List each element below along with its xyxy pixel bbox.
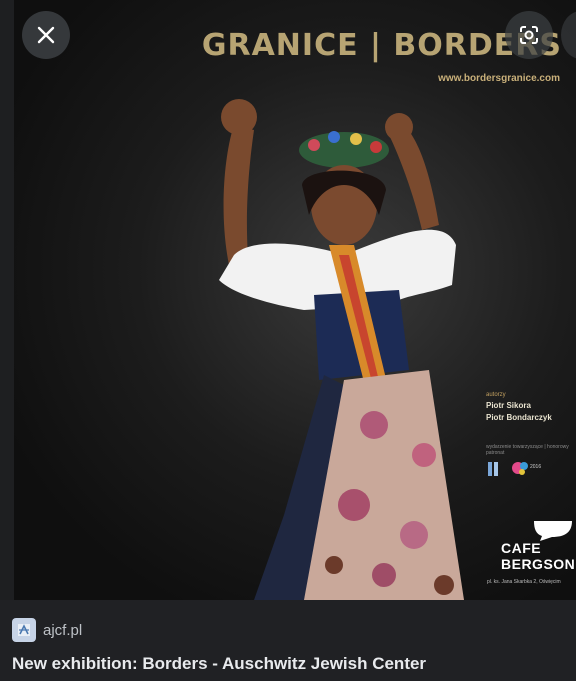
- woman-figure-illustration: [219, 99, 464, 600]
- source-name[interactable]: ajcf.pl: [43, 622, 82, 639]
- cafe-line1: CAFE: [501, 540, 542, 556]
- cafe-address: pl. ks. Jana Skarbka 2, Oświęcim: [487, 579, 561, 585]
- author-name: Piotr Sikora: [486, 401, 531, 410]
- close-icon: [37, 26, 55, 44]
- partners-label: wydarzenie towarzyszące | honorowy patro…: [486, 444, 569, 456]
- cafe-logo-text: CAFE BERGSON: [501, 540, 575, 572]
- authors-label: autorzy: [486, 392, 506, 398]
- result-title-link[interactable]: New exhibition: Borders - Auschwitz Jewi…: [12, 654, 426, 674]
- speech-bubble-logo: [534, 521, 572, 541]
- site-favicon-icon: [12, 618, 36, 642]
- partner-logos: 2016: [488, 462, 541, 476]
- author-name: Piotr Bondarczyk: [486, 413, 552, 422]
- google-lens-icon: [520, 26, 538, 44]
- google-lens-button[interactable]: [505, 11, 553, 59]
- logo-year: 2016: [530, 464, 541, 470]
- close-button[interactable]: [22, 11, 70, 59]
- cafe-line2: BERGSON: [501, 556, 576, 572]
- source-row[interactable]: ajcf.pl: [12, 618, 82, 642]
- viewer-left-strip: [0, 0, 14, 600]
- image-viewer: GRANICE | BORDERS www.bordersgranice.com: [0, 0, 576, 600]
- poster-image[interactable]: GRANICE | BORDERS www.bordersgranice.com: [14, 0, 576, 600]
- poster-url: www.bordersgranice.com: [438, 73, 560, 84]
